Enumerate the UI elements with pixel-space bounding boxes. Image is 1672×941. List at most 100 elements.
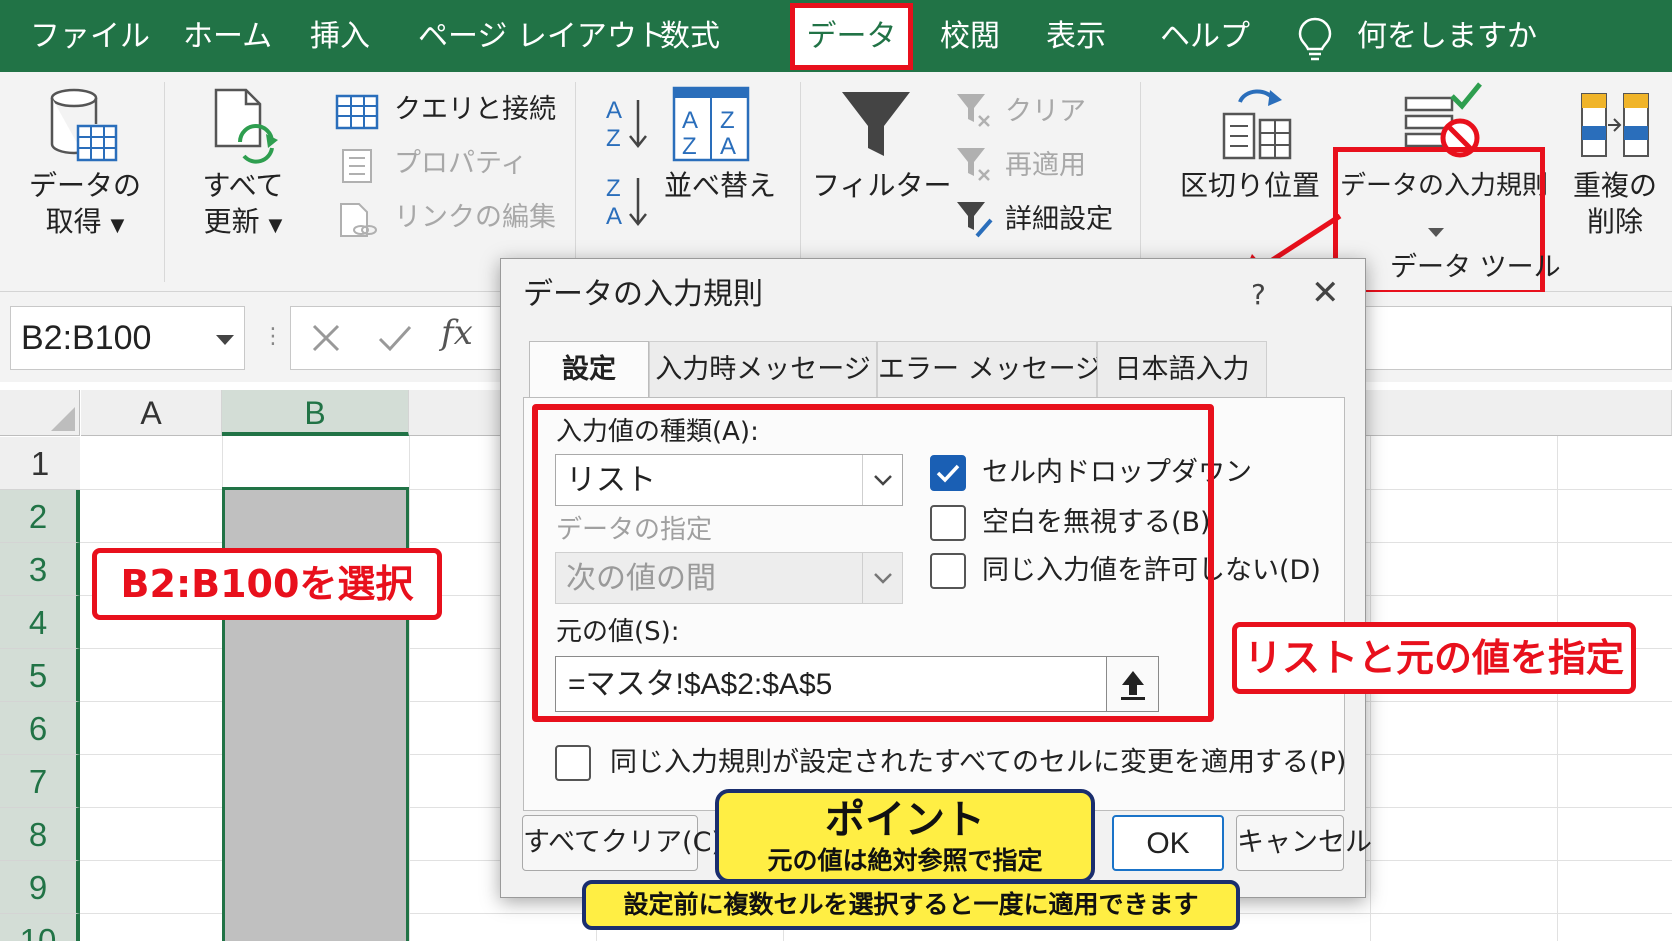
row-header-2[interactable]: 2 — [0, 490, 80, 543]
tab-home[interactable]: ホーム — [183, 14, 272, 60]
select-all-corner[interactable] — [0, 390, 80, 436]
query-table-icon — [335, 94, 379, 130]
point-title: ポイント — [825, 797, 985, 843]
settings-highlight — [532, 404, 1214, 722]
apply-all-label: 同じ入力規則が設定されたすべてのセルに変更を適用する(P) — [610, 747, 1347, 778]
text-to-columns-label: 区切り位置 — [1179, 169, 1320, 202]
refresh-all-label-2: 更新 ▼ — [178, 204, 308, 244]
row-header-3[interactable]: 3 — [0, 543, 80, 596]
cancel-x-icon[interactable] — [311, 323, 341, 353]
row-header-5[interactable]: 5 — [0, 649, 80, 702]
apply-all-checkbox[interactable] — [555, 745, 591, 781]
row-header-1[interactable]: 1 — [0, 437, 80, 490]
grid-line — [409, 436, 410, 941]
clear-filter-icon — [957, 94, 990, 127]
refresh-icon — [214, 88, 278, 164]
remove-duplicates-label-1: 重複の — [1572, 169, 1657, 202]
get-data-label-2: 取得 ▼ — [20, 204, 150, 244]
more-dots-icon: ⋮ — [262, 324, 284, 349]
ribbon-divider — [1140, 82, 1141, 282]
ribbon-divider — [164, 82, 165, 282]
tab-ime[interactable]: 日本語入力 — [1097, 341, 1267, 397]
tab-file[interactable]: ファイル — [30, 14, 150, 60]
tab-review[interactable]: 校閲 — [940, 14, 1000, 60]
queries-connections-label: クエリと接続 — [394, 94, 556, 125]
sort-za-letter-a: A — [606, 203, 622, 230]
tab-input-message[interactable]: 入力時メッセージ — [649, 341, 877, 397]
tab-help[interactable]: ヘルプ — [1160, 14, 1250, 60]
ribbon-divider — [800, 82, 801, 282]
remove-duplicates-icon — [1581, 93, 1649, 157]
svg-text:Z: Z — [720, 107, 735, 134]
database-icon — [50, 88, 118, 162]
tab-insert[interactable]: 挿入 — [310, 14, 370, 60]
refresh-all-label-2-text: 更新 — [203, 205, 260, 238]
close-icon[interactable]: ✕ — [1311, 271, 1340, 315]
sort-za-letter-z: Z — [606, 175, 621, 202]
properties-label: プロパティ — [394, 148, 528, 179]
sort-icon: A Z Z A — [672, 86, 750, 162]
column-header-b[interactable]: B — [222, 390, 409, 436]
svg-text:Z: Z — [682, 133, 697, 160]
cancel-button[interactable]: キャンセル — [1236, 815, 1372, 871]
callout-list-source: リストと元の値を指定 — [1232, 622, 1636, 694]
name-box[interactable]: B2:B100 — [10, 306, 245, 370]
clear-filter-label: クリア — [1005, 96, 1086, 127]
properties-icon — [342, 149, 372, 183]
svg-text:A: A — [682, 107, 698, 134]
point-line-2: 設定前に複数セルを選択すると一度に適用できます — [582, 880, 1240, 930]
menu-bar: ファイル ホーム 挿入 ページ レイアウト 数式 データ 校閲 表示 ヘルプ 何… — [0, 0, 1672, 72]
tell-me-search[interactable]: 何をしますか — [1357, 14, 1537, 60]
tab-page-layout[interactable]: ページ レイアウト — [418, 14, 667, 60]
row-header-9[interactable]: 9 — [0, 861, 80, 914]
links-icon — [340, 203, 377, 237]
filter-label: フィルター — [812, 169, 952, 202]
sort-az-letter-z: Z — [606, 125, 621, 152]
fx-icon[interactable]: fx — [441, 313, 473, 353]
clear-all-button[interactable]: すべてクリア(C) — [522, 815, 722, 871]
filter-icon — [842, 92, 910, 156]
chevron-down-icon: ▼ — [110, 215, 125, 236]
text-to-columns-icon — [1222, 89, 1292, 160]
edit-links-label: リンクの編集 — [394, 202, 556, 233]
row-header-6[interactable]: 6 — [0, 702, 80, 755]
get-data-label-2-text: 取得 — [45, 205, 102, 238]
ribbon-divider — [575, 82, 576, 282]
tab-settings[interactable]: 設定 — [529, 341, 649, 401]
row-header-7[interactable]: 7 — [0, 755, 80, 808]
chevron-down-icon: ▼ — [268, 215, 283, 236]
name-box-value: B2:B100 — [21, 319, 152, 357]
reapply-icon — [957, 148, 990, 181]
corner-triangle-icon — [51, 407, 75, 431]
tab-view[interactable]: 表示 — [1046, 14, 1106, 60]
row-header-4[interactable]: 4 — [0, 596, 80, 649]
sort-za-icon: Z A — [606, 175, 647, 230]
point-line-1: 元の値は絶対参照で指定 — [767, 846, 1043, 875]
lightbulb-icon — [1298, 17, 1332, 61]
tab-data[interactable]: データ — [790, 3, 913, 70]
help-icon[interactable]: ? — [1251, 275, 1266, 315]
column-header-a[interactable]: A — [81, 390, 222, 436]
advanced-filter-label: 詳細設定 — [1005, 204, 1113, 235]
tab-error-message[interactable]: エラー メッセージ — [877, 341, 1102, 397]
ok-button[interactable]: OK — [1112, 815, 1224, 871]
remove-duplicates-label-2: 削除 — [1586, 205, 1643, 238]
advanced-filter-icon — [957, 202, 993, 238]
dialog-title: データの入力規則 — [523, 277, 763, 312]
sort-az-letter-a: A — [606, 97, 622, 124]
reapply-label: 再適用 — [1005, 150, 1086, 181]
check-icon[interactable] — [377, 323, 413, 353]
row-header-8[interactable]: 8 — [0, 808, 80, 861]
point-box: ポイント 元の値は絶対参照で指定 — [715, 789, 1095, 883]
sort-label: 並べ替え — [663, 169, 776, 202]
chevron-down-icon[interactable] — [216, 335, 234, 345]
tab-formulas[interactable]: 数式 — [660, 14, 720, 60]
refresh-all-label-1: すべて — [202, 169, 284, 202]
svg-text:A: A — [720, 133, 736, 160]
tab-data-label: データ — [806, 19, 897, 54]
data-tools-group-label: データ ツール — [1390, 252, 1561, 283]
get-data-label-1: データの — [28, 169, 141, 202]
callout-select-range: B2:B100を選択 — [92, 548, 442, 620]
sort-az-icon: A Z — [606, 97, 647, 152]
row-header-10[interactable]: 10 — [0, 914, 80, 941]
